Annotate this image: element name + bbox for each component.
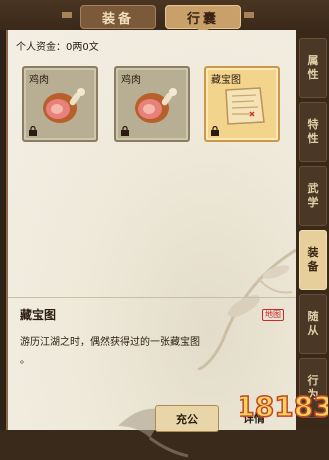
item-type-tag: 地图 bbox=[262, 309, 284, 321]
side-tab-char: 随 bbox=[307, 310, 319, 323]
bag-panel: 个人资金：0两0文 鸡肉 鸡肉 藏宝图 藏宝图 地图 游历江湖之时，偶然获得过的… bbox=[6, 30, 296, 458]
inventory-slot[interactable]: 鸡肉 bbox=[114, 66, 190, 142]
lock-icon bbox=[211, 126, 219, 136]
side-tab-martial-arts[interactable]: 武 学 bbox=[299, 166, 327, 226]
side-tab-char: 性 bbox=[307, 132, 319, 145]
side-tab-char: 特 bbox=[307, 118, 319, 131]
donate-button[interactable]: 充公 bbox=[155, 405, 219, 432]
lock-icon bbox=[121, 126, 129, 136]
chicken-leg-icon bbox=[43, 88, 85, 123]
side-tab-equipment[interactable]: 装 备 bbox=[299, 230, 327, 290]
side-tab-traits[interactable]: 特 性 bbox=[299, 102, 327, 162]
side-tab-char: 学 bbox=[307, 196, 319, 209]
side-tab-char: 备 bbox=[307, 260, 319, 273]
tab-ornament-left bbox=[62, 12, 72, 18]
detail-divider bbox=[8, 297, 296, 298]
personal-funds: 个人资金：0两0文 bbox=[16, 42, 99, 53]
side-tab-bar: 属 性 特 性 武 学 装 备 随 从 行 为 bbox=[296, 30, 329, 430]
side-tab-char: 属 bbox=[307, 54, 319, 67]
treasure-map-icon bbox=[225, 87, 265, 125]
top-tab-bar: 装备 行囊 bbox=[0, 0, 329, 34]
site-watermark-logo: 18183 bbox=[240, 389, 328, 424]
side-tab-char: 从 bbox=[307, 324, 319, 337]
watermark-text: 18183 bbox=[240, 390, 328, 423]
tab-ornament-right bbox=[244, 12, 254, 18]
tab-bag[interactable]: 行囊 bbox=[165, 5, 241, 34]
side-tab-attributes[interactable]: 属 性 bbox=[299, 38, 327, 98]
side-tab-followers[interactable]: 随 从 bbox=[299, 294, 327, 354]
item-detail-name: 藏宝图 bbox=[20, 308, 57, 322]
item-description-end: 。 bbox=[20, 355, 30, 366]
item-description-line: 游历江湖之时，偶然获得过的一张藏宝图 bbox=[20, 337, 200, 348]
inventory-slot[interactable]: 鸡肉 bbox=[22, 66, 98, 142]
lock-icon bbox=[29, 126, 37, 136]
side-tab-char: 性 bbox=[307, 68, 319, 81]
tab-equipment[interactable]: 装备 bbox=[80, 5, 156, 29]
side-tab-char: 武 bbox=[307, 182, 319, 195]
item-description: 游历江湖之时，偶然获得过的一张藏宝图 。 bbox=[20, 334, 285, 370]
game-frame: 装备 行囊 个人资金：0两0文 鸡肉 鸡肉 藏宝图 藏宝图 地图 游历江湖之时，… bbox=[0, 0, 329, 458]
chicken-leg-icon bbox=[135, 88, 177, 123]
side-tab-char: 装 bbox=[307, 246, 319, 259]
inventory-slot-selected[interactable]: 藏宝图 bbox=[204, 66, 280, 142]
